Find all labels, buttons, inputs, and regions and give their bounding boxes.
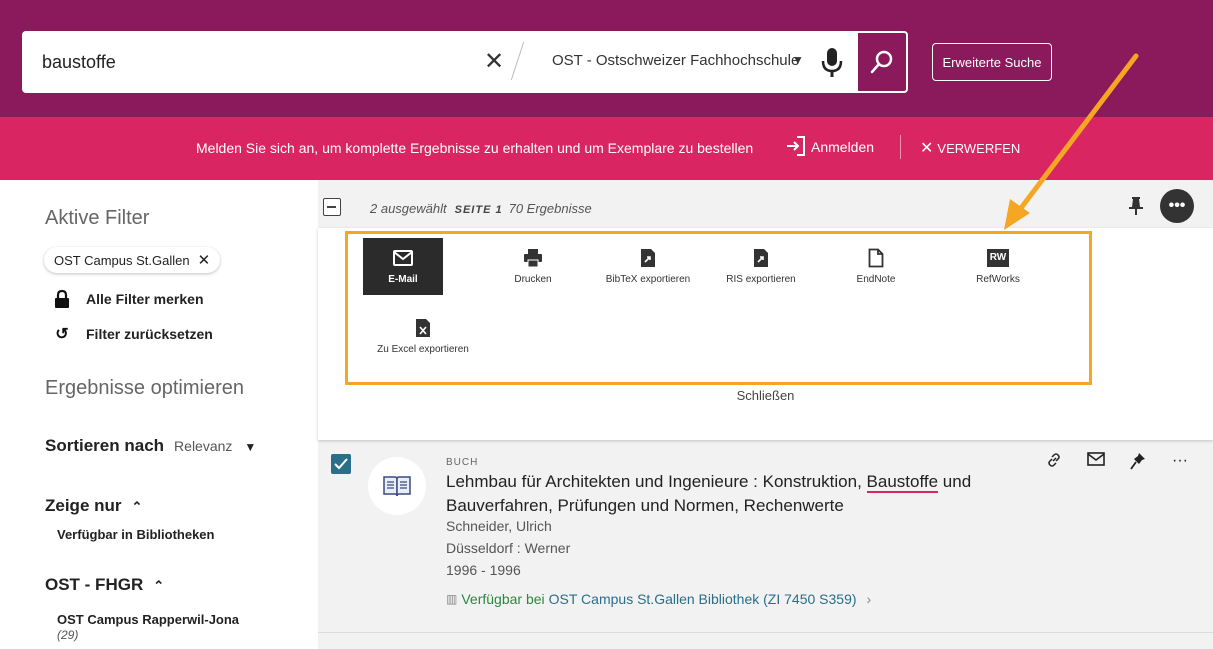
remove-filter-icon[interactable]: ✕ xyxy=(198,251,211,269)
search-scope-select[interactable]: OST - Ostschweizer Fachhochschule xyxy=(552,52,799,69)
availability-status: Verfügbar bei xyxy=(461,591,545,607)
results-toolbar: 2 ausgewählt SEITE 1 70 Ergebnisse ••• xyxy=(318,180,1213,228)
chevron-right-icon: › xyxy=(866,591,872,607)
chevron-up-icon[interactable]: ⌃ xyxy=(132,499,143,514)
link-icon[interactable] xyxy=(1044,452,1064,475)
sort-control[interactable]: Sortieren nach Relevanz ▼ xyxy=(45,436,256,456)
chevron-up-icon[interactable]: ⌃ xyxy=(153,578,164,593)
refworks-action[interactable]: RW RefWorks xyxy=(948,246,1048,285)
title-part: Lehmbau für Architekten und Ingenieure :… xyxy=(446,472,867,491)
close-panel-link[interactable]: Schließen xyxy=(318,388,1213,403)
close-icon: ✕ xyxy=(920,140,934,157)
bibtex-action[interactable]: BibTeX exportieren xyxy=(598,246,698,285)
more-options-icon[interactable]: ··· xyxy=(1170,452,1190,475)
clear-search-icon[interactable]: ✕ xyxy=(484,47,504,76)
reset-icon: ↺ xyxy=(55,326,69,343)
item-years: 1996 - 1996 xyxy=(446,562,521,578)
login-icon[interactable] xyxy=(785,135,807,157)
chip-label: OST Campus St.Gallen xyxy=(54,252,190,268)
search-divider xyxy=(510,41,525,81)
next-result-item xyxy=(318,632,1213,649)
more-actions-button[interactable]: ••• xyxy=(1160,189,1194,223)
banner-text: Melden Sie sich an, um komplette Ergebni… xyxy=(196,140,754,156)
book-thumbnail[interactable] xyxy=(368,457,426,515)
title-highlight: Baustoffe xyxy=(866,472,939,493)
item-checkbox[interactable] xyxy=(331,454,351,474)
bibtex-label: BibTeX exportieren xyxy=(605,274,691,285)
export-actions-panel: E-Mail Drucken BibTeX exportieren RIS ex… xyxy=(318,228,1213,440)
show-only-label: Zeige nur xyxy=(45,496,122,515)
item-title[interactable]: Lehmbau für Architekten und Ingenieure :… xyxy=(446,470,1046,518)
availability-location: OST Campus St.Gallen Bibliothek (ZI 7450… xyxy=(548,591,857,607)
banner-separator xyxy=(900,135,901,159)
ris-action[interactable]: RIS exportieren xyxy=(711,246,811,285)
pin-icon[interactable] xyxy=(1128,196,1144,216)
results-count: 70 Ergebnisse xyxy=(508,201,592,216)
optimize-heading: Ergebnisse optimieren xyxy=(45,377,244,399)
advanced-search-button[interactable]: Erweiterte Suche xyxy=(932,43,1052,81)
select-all-checkbox[interactable] xyxy=(323,198,341,216)
library-icon: ▥ xyxy=(446,592,458,606)
item-type: BUCH xyxy=(446,457,479,468)
export-file-icon xyxy=(711,246,811,270)
dismiss-banner-button[interactable]: ✕ VERWERFEN xyxy=(920,138,1020,158)
item-publisher: Düsseldorf : Werner xyxy=(446,540,571,556)
filter-rapperswil[interactable]: OST Campus Rapperwil-Jona xyxy=(57,612,239,627)
sort-label: Sortieren nach xyxy=(45,436,165,455)
page-indicator: SEITE 1 xyxy=(454,204,503,216)
keep-filters-label: Alle Filter merken xyxy=(86,291,204,307)
selected-count: 2 ausgewählt xyxy=(370,201,447,216)
printer-icon xyxy=(483,246,583,270)
refworks-badge: RW xyxy=(986,249,1010,267)
pin-icon[interactable] xyxy=(1128,452,1148,475)
export-file-icon xyxy=(598,246,698,270)
print-action[interactable]: Drucken xyxy=(483,246,583,285)
excel-label: Zu Excel exportieren xyxy=(377,344,469,355)
filter-sidebar: Aktive Filter OST Campus St.Gallen ✕ All… xyxy=(0,180,318,649)
dismiss-label: VERWERFEN xyxy=(937,141,1021,156)
email-label: E-Mail xyxy=(388,274,418,285)
filter-available[interactable]: Verfügbar in Bibliotheken xyxy=(57,527,214,542)
book-icon xyxy=(383,476,411,497)
filter-count: (29) xyxy=(57,628,79,642)
reset-filters-button[interactable]: ↺ Filter zurücksetzen xyxy=(52,324,213,344)
search-input[interactable] xyxy=(42,48,482,76)
microphone-icon[interactable] xyxy=(821,47,843,79)
caret-down-icon[interactable]: ▼ xyxy=(244,440,256,454)
mail-icon xyxy=(363,246,443,270)
print-label: Drucken xyxy=(514,274,552,285)
show-only-heading[interactable]: Zeige nur ⌃ xyxy=(45,496,142,516)
availability-link[interactable]: ▥ Verfügbar bei OST Campus St.Gallen Bib… xyxy=(446,591,871,607)
endnote-action[interactable]: EndNote xyxy=(826,246,926,285)
excel-file-icon xyxy=(373,316,473,340)
active-filters-heading: Aktive Filter xyxy=(45,207,150,229)
keep-filters-button[interactable]: Alle Filter merken xyxy=(52,289,204,309)
results-area: 2 ausgewählt SEITE 1 70 Ergebnisse ••• E-M… xyxy=(318,180,1213,649)
check-icon xyxy=(334,458,348,470)
lock-icon xyxy=(55,289,69,308)
item-author: Schneider, Ulrich xyxy=(446,518,552,534)
refworks-label: RefWorks xyxy=(976,274,1020,285)
document-icon xyxy=(826,246,926,270)
fhgr-heading[interactable]: OST - FHGR ⌃ xyxy=(45,575,164,595)
active-filter-chip[interactable]: OST Campus St.Gallen ✕ xyxy=(44,247,221,273)
email-action[interactable]: E-Mail xyxy=(363,238,443,295)
endnote-label: EndNote xyxy=(856,274,896,285)
caret-down-icon[interactable]: ▼ xyxy=(792,53,804,67)
item-actions: ··· xyxy=(1044,452,1190,475)
search-icon xyxy=(870,50,893,74)
login-banner: Melden Sie sich an, um komplette Ergebni… xyxy=(0,117,1213,180)
reset-filters-label: Filter zurücksetzen xyxy=(86,326,213,342)
ris-label: RIS exportieren xyxy=(726,274,796,285)
search-box: ✕ OST - Ostschweizer Fachhochschule ▼ xyxy=(22,31,858,93)
fhgr-label: OST - FHGR xyxy=(45,575,144,594)
refworks-icon: RW xyxy=(948,246,1048,270)
mail-icon[interactable] xyxy=(1086,452,1106,475)
login-link[interactable]: Anmelden xyxy=(811,139,874,155)
excel-action[interactable]: Zu Excel exportieren xyxy=(373,316,473,355)
search-button[interactable] xyxy=(858,31,908,93)
sort-value[interactable]: Relevanz xyxy=(174,438,232,454)
results-info: 2 ausgewählt SEITE 1 70 Ergebnisse xyxy=(370,201,592,216)
top-bar: ✕ OST - Ostschweizer Fachhochschule ▼ Er… xyxy=(0,0,1213,117)
